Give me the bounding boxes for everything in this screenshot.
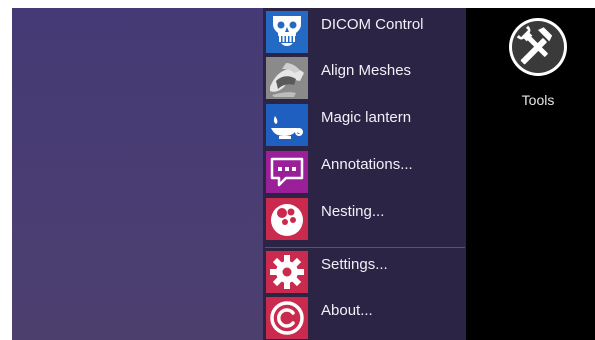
menu-item-label: About... (321, 302, 373, 319)
copyright-icon (266, 297, 308, 339)
top-edge (0, 0, 595, 8)
menu-item-annotations[interactable]: Annotations... (263, 150, 466, 194)
menu-item-align-meshes[interactable]: Align Meshes (263, 56, 466, 100)
meshes-icon (266, 57, 308, 99)
tools-icon (506, 15, 570, 79)
tools-label: Tools (521, 92, 555, 108)
nesting-circles-icon (266, 198, 308, 240)
menu-item-label: Settings... (321, 256, 388, 273)
app-window: DICOM Control Align Meshes Magic lantern… (0, 0, 595, 340)
tools-dropdown-menu: DICOM Control Align Meshes Magic lantern… (263, 8, 466, 340)
menu-item-label: Annotations... (321, 156, 413, 173)
menu-item-label: Nesting... (321, 203, 385, 220)
gear-icon (266, 251, 308, 293)
menu-item-about[interactable]: About... (263, 296, 466, 340)
menu-item-magic-lantern[interactable]: Magic lantern (263, 103, 466, 147)
menu-item-label: DICOM Control (321, 16, 424, 33)
menu-item-dicom-control[interactable]: DICOM Control (263, 10, 466, 54)
left-edge (0, 0, 12, 340)
viewport-area[interactable] (12, 8, 263, 340)
menu-separator (265, 247, 465, 248)
menu-item-label: Align Meshes (321, 62, 412, 79)
lamp-icon (266, 104, 308, 146)
menu-item-settings[interactable]: Settings... (263, 250, 466, 294)
menu-item-label: Magic lantern (321, 109, 412, 126)
tools-button[interactable]: Tools (502, 12, 574, 112)
skull-icon (266, 11, 308, 53)
speech-bubble-icon (266, 151, 308, 193)
right-toolbar: Tools (466, 8, 595, 340)
menu-item-nesting[interactable]: Nesting... (263, 197, 466, 241)
